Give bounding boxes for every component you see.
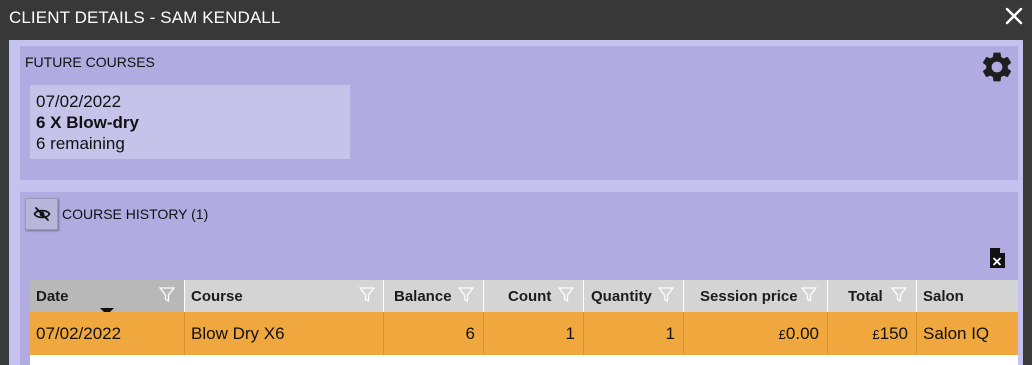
currency-symbol: £ — [778, 327, 786, 342]
column-header-session-price[interactable]: Session price — [684, 280, 828, 312]
course-name: 6 X Blow-dry — [36, 113, 139, 132]
excel-file-icon[interactable] — [989, 248, 1005, 268]
future-courses-heading: FUTURE COURSES — [25, 54, 155, 70]
cell-salon: Salon IQ — [923, 324, 990, 343]
course-date: 07/02/2022 — [36, 92, 122, 111]
column-header-course[interactable]: Course — [185, 280, 384, 312]
cell-count: 1 — [484, 312, 584, 355]
filter-icon[interactable] — [558, 287, 574, 303]
grid-empty-area — [30, 355, 1018, 365]
filter-icon[interactable] — [359, 287, 375, 303]
dialog-title: CLIENT DETAILS - SAM KENDALL — [9, 8, 281, 27]
column-header-salon[interactable]: Salon — [917, 280, 1018, 312]
eye-off-icon — [33, 207, 51, 221]
course-remaining: 6 remaining — [36, 134, 125, 153]
cell-total: £150 — [828, 312, 917, 355]
total-value: 150 — [879, 324, 908, 343]
session-price-value: 0.00 — [785, 324, 819, 343]
column-header-balance[interactable]: Balance — [384, 280, 484, 312]
cell-balance: 6 — [384, 312, 484, 355]
grid-header-row: Date Course Balance Count Quantity Sessi… — [30, 280, 1018, 315]
close-icon[interactable] — [1000, 2, 1028, 30]
gear-icon[interactable] — [979, 49, 1015, 85]
column-header-count[interactable]: Count — [484, 280, 584, 312]
currency-symbol: £ — [872, 327, 880, 342]
column-header-total[interactable]: Total — [828, 280, 917, 312]
dialog-title-bar: CLIENT DETAILS - SAM KENDALL — [0, 0, 1032, 40]
filter-icon[interactable] — [891, 287, 907, 303]
filter-icon[interactable] — [658, 287, 674, 303]
cell-quantity: 1 — [584, 312, 684, 355]
cell-session-price: £0.00 — [684, 312, 828, 355]
column-header-date[interactable]: Date — [30, 280, 185, 315]
future-course-card[interactable]: 07/02/2022 6 X Blow-dry 6 remaining — [30, 85, 350, 159]
filter-icon[interactable] — [458, 287, 474, 303]
filter-icon[interactable] — [801, 287, 817, 303]
course-history-grid: Date Course Balance Count Quantity Sessi… — [30, 280, 1018, 365]
cell-date: 07/02/2022 — [30, 312, 185, 355]
toggle-history-visibility-button[interactable] — [25, 198, 58, 230]
column-header-quantity[interactable]: Quantity — [584, 280, 684, 312]
future-courses-panel: FUTURE COURSES 07/02/2022 6 X Blow-dry 6… — [20, 46, 1018, 180]
course-history-panel: COURSE HISTORY (1) Date Course Balance C… — [20, 192, 1018, 365]
course-history-heading: COURSE HISTORY (1) — [62, 206, 209, 222]
table-row[interactable]: 07/02/2022 Blow Dry X6 6 1 1 £0.00 £150 … — [30, 312, 1018, 355]
filter-icon[interactable] — [159, 287, 175, 303]
cell-course: Blow Dry X6 — [185, 312, 384, 355]
